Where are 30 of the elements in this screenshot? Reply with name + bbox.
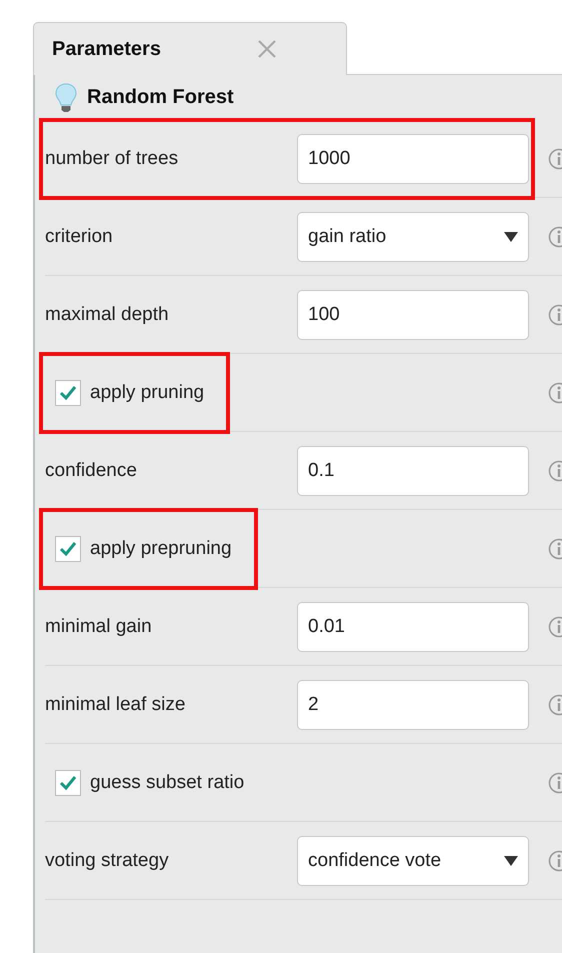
input-field[interactable]: 0.1 (297, 446, 529, 496)
parameters-tab[interactable]: Parameters (33, 22, 347, 75)
checkbox[interactable] (55, 380, 81, 406)
operator-title: Random Forest (87, 86, 234, 109)
lightbulb-icon (55, 82, 77, 112)
parameter-label: apply pruning (90, 382, 204, 404)
dropdown[interactable]: gain ratio (297, 212, 529, 262)
parameter-label: confidence (45, 460, 138, 482)
parameter-label: minimal gain (45, 616, 153, 638)
dropdown[interactable]: confidence vote (297, 836, 529, 886)
caret-icon (504, 856, 518, 866)
checkbox[interactable] (55, 536, 81, 562)
parameter-label: maximal depth (45, 304, 170, 326)
input-field[interactable]: 1000 (297, 134, 529, 184)
tab-title: Parameters (52, 38, 162, 60)
parameter-label: number of trees (45, 148, 180, 170)
check-icon (59, 774, 77, 790)
check-icon (59, 540, 77, 556)
parameter-label: criterion (45, 226, 114, 248)
parameter-label: guess subset ratio (90, 772, 244, 794)
parameter-label: apply prepruning (90, 538, 232, 560)
check-icon (59, 384, 77, 400)
parameter-label: voting strategy (45, 850, 170, 872)
input-field[interactable]: 0.01 (297, 602, 529, 652)
input-field[interactable]: 2 (297, 680, 529, 730)
checkbox[interactable] (55, 770, 81, 796)
parameter-label: minimal leaf size (45, 694, 186, 716)
caret-icon (504, 232, 518, 242)
input-field[interactable]: 100 (297, 290, 529, 340)
close-icon[interactable] (257, 39, 277, 59)
